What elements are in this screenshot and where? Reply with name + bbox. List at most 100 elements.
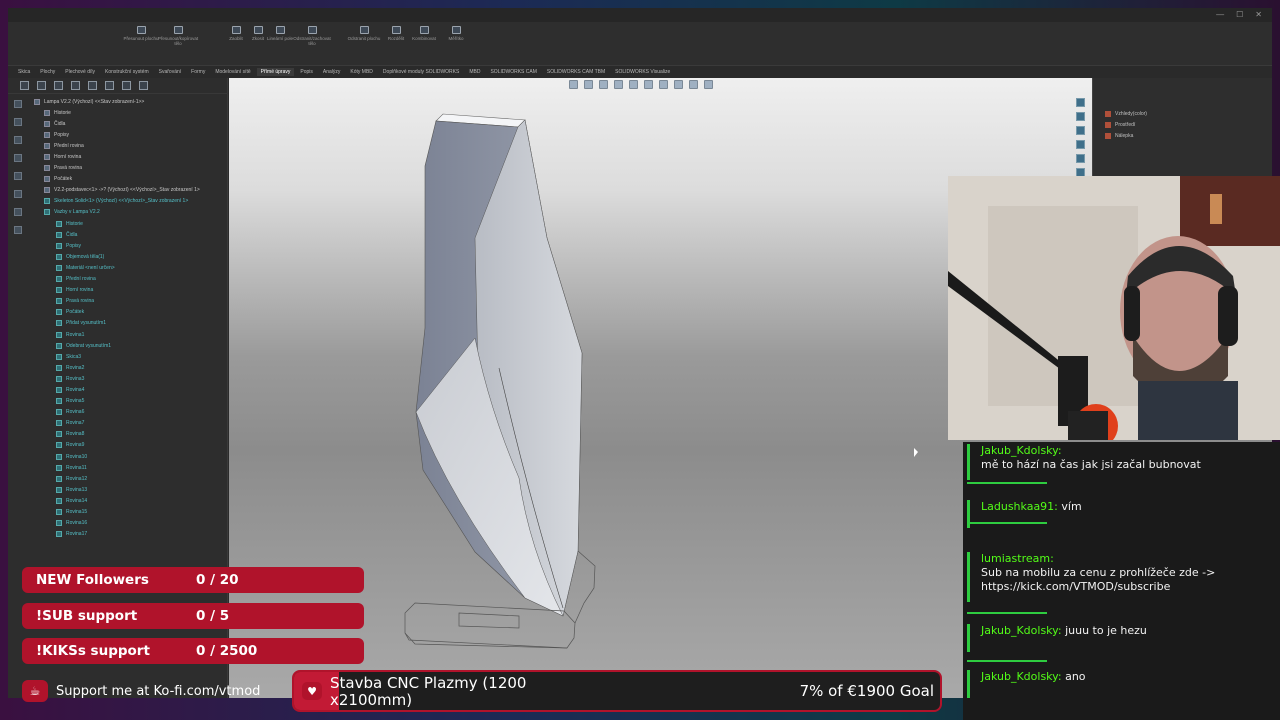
ribbon-button[interactable]: Měřítko [438,26,474,62]
cam-operation-icon[interactable] [122,81,131,90]
cam-tools-icon[interactable] [139,81,148,90]
tree-node[interactable]: Vazby v Lampa V2.2 [30,207,228,218]
view-palette-icon[interactable] [1076,140,1085,149]
property-manager-icon[interactable] [37,81,46,90]
tree-node[interactable]: Přední rovina [30,274,228,285]
tree-node[interactable]: Pravá rovina [30,163,228,174]
feature-tree-icon[interactable] [20,81,29,90]
chat-username[interactable]: Jakub_Kdolsky: [981,444,1062,457]
chat-username[interactable]: lumiastream: [981,552,1054,565]
cam-feature-icon[interactable] [105,81,114,90]
tree-node[interactable]: Čidla [30,118,228,129]
appearances-icon[interactable] [1076,154,1085,163]
tree-node[interactable]: Historie [30,218,228,229]
ribbon-button[interactable]: Přesunout/kopírovat tělo [157,26,199,62]
ribbon-button[interactable]: Odstranit plochu [346,26,382,62]
tree-node[interactable]: Rovina5 [30,396,228,407]
command-tab[interactable]: Konstrukční systém [101,68,153,76]
tree-node[interactable]: Skeleton Solid<1> (Výchozí) <<Výchozí>_S… [30,196,228,207]
tool-icon[interactable] [14,118,22,126]
command-tab[interactable]: Svařování [155,68,186,76]
goal-value: 0 / 2500 [196,643,258,659]
command-tab[interactable]: Kóty MBD [346,68,377,76]
tree-node[interactable]: Rovina1 [30,329,228,340]
tree-node[interactable]: Materiál <není určen> [30,262,228,273]
tree-node[interactable]: Rovina14 [30,495,228,506]
resources-icon[interactable] [1076,98,1085,107]
tree-node[interactable]: Rovina10 [30,451,228,462]
tree-node[interactable]: Rovina13 [30,484,228,495]
tree-node[interactable]: Horní rovina [30,285,228,296]
tool-icon[interactable] [14,136,22,144]
tree-node[interactable]: Popisy [30,129,228,140]
ribbon-button-label: Přesunout/kopírovat tělo [157,36,199,46]
ribbon-button[interactable]: Přesunout plochu [123,26,159,62]
tree-node[interactable]: Rovina2 [30,362,228,373]
tree-node[interactable]: Rovina8 [30,429,228,440]
command-tab[interactable]: SOLIDWORKS CAM TBM [543,68,609,76]
tree-node[interactable]: Rovina4 [30,384,228,395]
command-tab[interactable]: Plochy [36,68,59,76]
tree-node[interactable]: Rovina12 [30,473,228,484]
tree-node[interactable]: Objemová těla(1) [30,251,228,262]
tool-icon[interactable] [14,172,22,180]
tree-node[interactable]: Odebrat vysunutím1 [30,340,228,351]
tree-node[interactable]: Přidat vysunutím1 [30,318,228,329]
tool-icon[interactable] [14,226,22,234]
command-tab[interactable]: Popis [296,68,317,76]
dimxpert-icon[interactable] [71,81,80,90]
appearance-item[interactable]: Nálepka [1093,130,1272,141]
tree-node-label: Vazby v Lampa V2.2 [54,209,100,216]
tool-icon[interactable] [14,208,22,216]
command-tab[interactable]: SOLIDWORKS Visualize [611,68,674,76]
file-explorer-icon[interactable] [1076,126,1085,135]
ribbon-button[interactable]: Odstranit/zachovat tělo [293,26,331,62]
ribbon-button[interactable]: Kombinovat [406,26,442,62]
tree-node[interactable]: Historie [30,107,228,118]
appearance-label: Nálepka [1115,132,1134,139]
display-manager-icon[interactable] [88,81,97,90]
close-icon[interactable]: ✕ [1255,10,1262,19]
tool-icon[interactable] [14,190,22,198]
command-tab[interactable]: Analýzy [319,68,345,76]
tree-node[interactable]: Počátek [30,174,228,185]
minimize-icon[interactable]: — [1216,10,1224,19]
chat-username[interactable]: Ladushkaa91: [981,500,1058,513]
tree-node[interactable]: Pravá rovina [30,296,228,307]
design-library-icon[interactable] [1076,112,1085,121]
command-tab[interactable]: Modelování sítě [211,68,254,76]
command-tab[interactable]: Formy [187,68,209,76]
tree-node-label: Rovina6 [66,409,85,416]
tree-node[interactable]: Rovina15 [30,506,228,517]
tree-node[interactable]: Rovina17 [30,529,228,540]
command-tab[interactable]: Skica [14,68,34,76]
tree-node[interactable]: Horní rovina [30,151,228,162]
appearance-item[interactable]: Prostředí [1093,119,1272,130]
chat-username[interactable]: Jakub_Kdolsky: [981,624,1062,637]
tree-node[interactable]: Počátek [30,307,228,318]
tree-node[interactable]: Rovina7 [30,418,228,429]
tree-node[interactable]: Rovina3 [30,373,228,384]
tree-node[interactable]: Rovina9 [30,440,228,451]
appearance-item[interactable]: Vzhledy(color) [1093,108,1272,119]
tree-node[interactable]: Rovina6 [30,407,228,418]
feature-icon [44,209,50,216]
command-tab[interactable]: Přímé úpravy [256,68,295,76]
tool-icon[interactable] [14,154,22,162]
tree-node[interactable]: Popisy [30,240,228,251]
tree-node[interactable]: Přední rovina [30,140,228,151]
tool-icon[interactable] [14,100,22,108]
tree-node[interactable]: Čidla [30,229,228,240]
maximize-icon[interactable]: ☐ [1236,10,1243,19]
command-tab[interactable]: SOLIDWORKS CAM [486,68,540,76]
tree-node[interactable]: V2.2-podstavec<1> ->? (Výchozí) <<Výchoz… [30,185,228,196]
command-tab[interactable]: Doplňkové moduly SOLIDWORKS [379,68,463,76]
configuration-icon[interactable] [54,81,63,90]
tree-node[interactable]: Rovina16 [30,518,228,529]
command-tab[interactable]: MBD [465,68,484,76]
tree-node[interactable]: Skica3 [30,351,228,362]
command-tab[interactable]: Plechové díly [61,68,99,76]
tree-node[interactable]: Lampa V2.2 (Výchozí) <<Stav zobrazení-1>… [30,96,228,107]
tree-node[interactable]: Rovina11 [30,462,228,473]
chat-username[interactable]: Jakub_Kdolsky: [981,670,1062,683]
